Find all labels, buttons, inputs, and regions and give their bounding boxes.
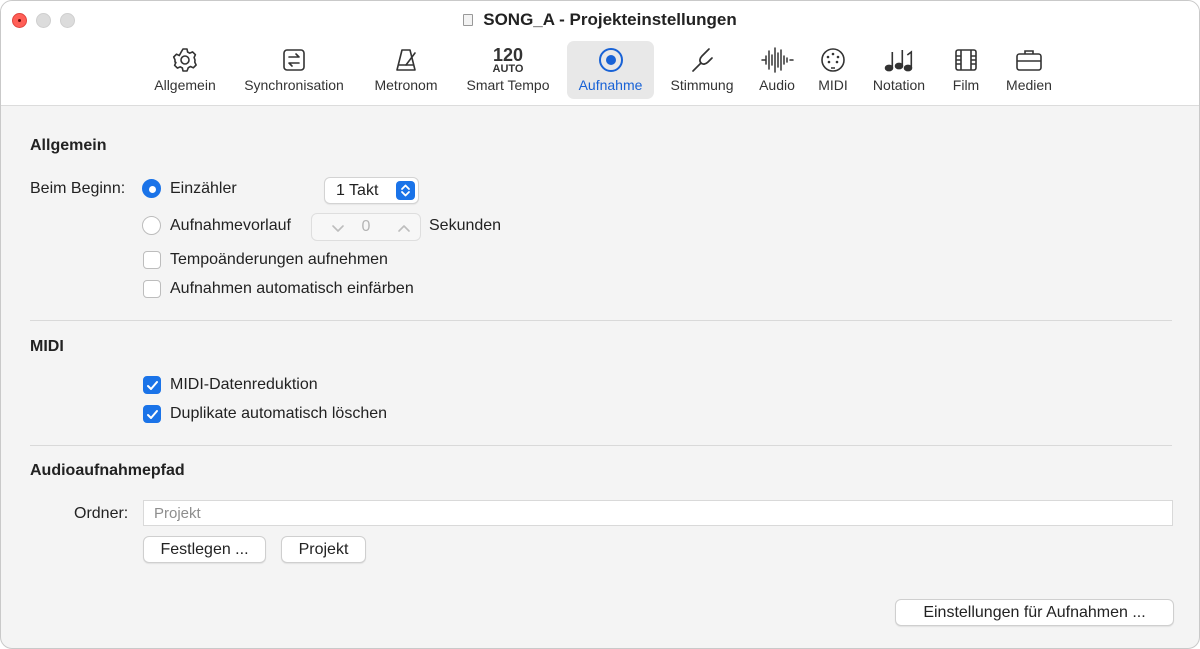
settings-toolbar: Allgemein Synchronisation Metronom 120 A…: [1, 39, 1199, 101]
folder-path-field[interactable]: Projekt: [143, 500, 1173, 526]
window-title-text: SONG_A - Projekteinstellungen: [483, 10, 737, 29]
pre-roll-label: Aufnahmevorlauf: [170, 217, 291, 234]
checkmark-icon: [147, 381, 158, 390]
tempo-icon: 120 AUTO: [488, 45, 528, 75]
tab-allgemein[interactable]: Allgemein: [147, 41, 223, 99]
window-title: SONG_A - Projekteinstellungen: [1, 10, 1199, 30]
recording-settings-button[interactable]: Einstellungen für Aufnahmen ...: [895, 599, 1174, 626]
tab-label: MIDI: [818, 77, 848, 93]
tempo-changes-label: Tempoänderungen aufnehmen: [170, 251, 388, 268]
tab-stimmung[interactable]: Stimmung: [663, 41, 741, 99]
divider: [30, 445, 1172, 446]
project-folder-button[interactable]: Projekt: [281, 536, 366, 563]
film-icon: [946, 45, 986, 75]
bars-popup[interactable]: 1 Takt: [324, 177, 419, 204]
tab-label: Film: [952, 77, 980, 93]
gear-icon: [165, 45, 205, 75]
tempo-icon-bpm: 120: [492, 44, 524, 65]
tempo-icon-auto: AUTO: [492, 62, 524, 75]
tab-label: Audio: [759, 77, 795, 93]
metronome-icon: [386, 45, 426, 75]
section-title-general: Allgemein: [30, 137, 107, 154]
chevron-updown-icon: [396, 181, 415, 200]
tab-aufnahme[interactable]: Aufnahme: [567, 41, 654, 99]
folder-path-placeholder: Projekt: [154, 505, 201, 522]
tab-notation[interactable]: Notation: [865, 41, 933, 99]
tab-label: Notation: [872, 77, 926, 93]
seconds-label: Sekunden: [429, 217, 502, 234]
section-title-midi: MIDI: [30, 338, 64, 355]
auto-color-checkbox[interactable]: [143, 280, 161, 298]
auto-color-label: Aufnahmen automatisch einfärben: [170, 280, 414, 297]
project-settings-window: SONG_A - Projekteinstellungen Allgemein: [0, 0, 1200, 649]
bars-popup-value: 1 Takt: [336, 182, 379, 199]
sync-icon: [274, 45, 314, 75]
tab-label: Synchronisation: [244, 77, 344, 93]
pre-roll-radio[interactable]: [142, 216, 161, 235]
tab-label: Stimmung: [670, 77, 734, 93]
count-in-radio[interactable]: [142, 179, 161, 198]
set-folder-button[interactable]: Festlegen ...: [143, 536, 266, 563]
section-title-audio-path: Audioaufnahmepfad: [30, 462, 185, 479]
tab-label: Medien: [1006, 77, 1052, 93]
record-icon: [591, 45, 631, 75]
tab-film[interactable]: Film: [945, 41, 987, 99]
briefcase-icon: [1009, 45, 1049, 75]
chevron-up-icon[interactable]: [397, 221, 411, 239]
tab-metronom[interactable]: Metronom: [367, 41, 445, 99]
tab-label: Allgemein: [154, 77, 216, 93]
tab-label: Metronom: [374, 77, 438, 93]
tab-midi[interactable]: MIDI: [811, 41, 855, 99]
tempo-changes-checkbox[interactable]: [143, 251, 161, 269]
folder-label: Ordner:: [74, 505, 129, 522]
auto-delete-duplicates-checkbox[interactable]: [143, 405, 161, 423]
tab-smart-tempo[interactable]: 120 AUTO Smart Tempo: [457, 41, 559, 99]
midi-port-icon: [813, 45, 853, 75]
midi-data-reduction-checkbox[interactable]: [143, 376, 161, 394]
tab-audio[interactable]: Audio: [753, 41, 801, 99]
midi-data-reduction-label: MIDI-Datenreduktion: [170, 376, 318, 393]
divider: [30, 320, 1172, 321]
waveform-icon: [757, 45, 797, 75]
recording-settings-pane: Allgemein Beim Beginn: Einzähler 1 Takt …: [1, 107, 1199, 648]
tab-label: Aufnahme: [578, 77, 643, 93]
notes-icon: [879, 45, 919, 75]
tab-medien[interactable]: Medien: [997, 41, 1061, 99]
start-label: Beim Beginn:: [30, 180, 126, 197]
tuning-fork-icon: [682, 45, 722, 75]
count-in-label: Einzähler: [170, 180, 237, 197]
document-icon: [463, 14, 474, 26]
pre-roll-stepper[interactable]: 0: [311, 213, 421, 241]
tab-synchronisation[interactable]: Synchronisation: [235, 41, 353, 99]
auto-delete-duplicates-label: Duplikate automatisch löschen: [170, 405, 388, 422]
tab-label: Smart Tempo: [466, 77, 550, 93]
checkmark-icon: [147, 410, 158, 419]
title-bar: SONG_A - Projekteinstellungen Allgemein: [1, 1, 1199, 106]
